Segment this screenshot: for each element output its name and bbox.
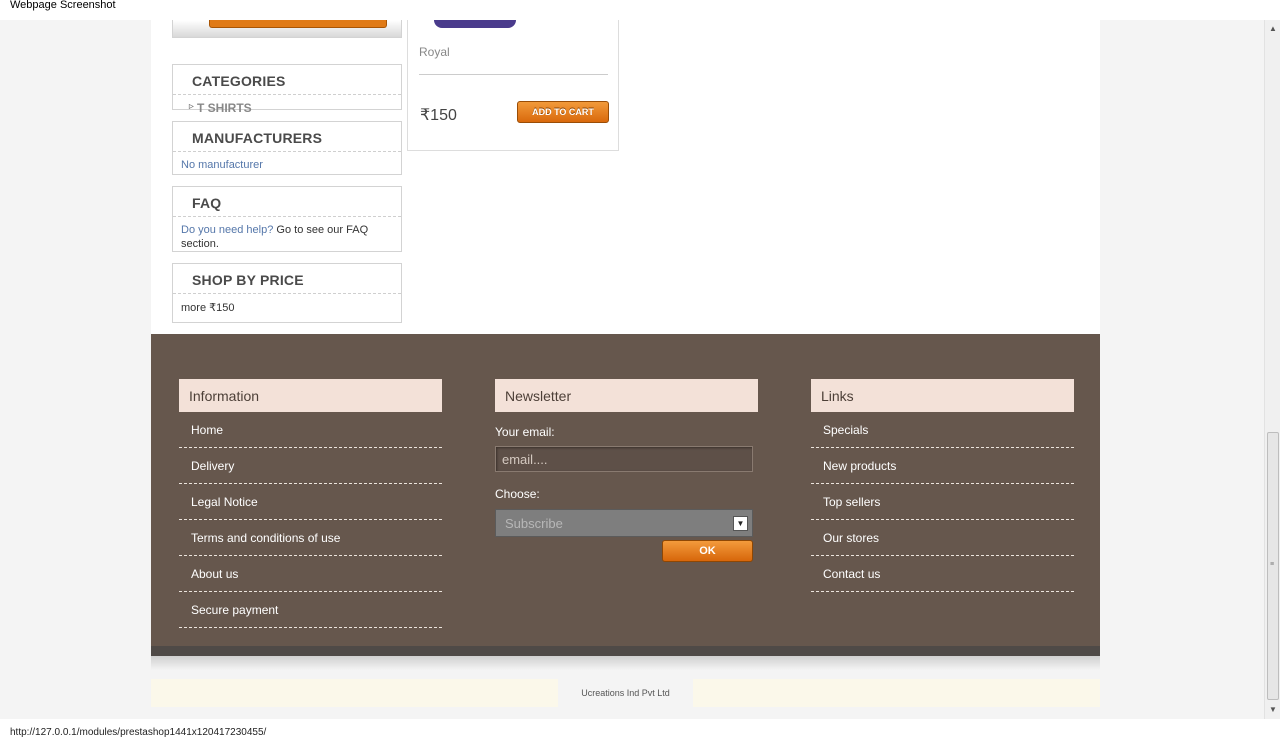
window-title-bar: Webpage Screenshot [0,0,1280,20]
footer-link-top-sellers[interactable]: Top sellers [811,484,1074,520]
scroll-up-icon[interactable]: ▲ [1268,24,1278,34]
product-separator [419,74,608,75]
newsletter-email-input[interactable]: email.... [495,446,753,472]
footer-links-column: Links Specials New products Top sellers … [811,379,1074,592]
manufacturers-block: MANUFACTURERS No manufacturer [172,121,402,175]
status-bar: http://127.0.0.1/modules/prestashop1441x… [0,719,1280,739]
chevron-down-icon[interactable]: ▼ [733,516,748,531]
footer-link-delivery[interactable]: Delivery [179,448,442,484]
product-image[interactable] [434,20,516,28]
newsletter-title: Newsletter [495,379,758,412]
footer-link-about-us[interactable]: About us [179,556,442,592]
previous-block-edge [172,20,402,38]
manufacturers-title: MANUFACTURERS [173,122,401,152]
faq-help-link[interactable]: Do you need help? [181,224,273,236]
footer-link-secure-payment[interactable]: Secure payment [179,592,442,628]
category-label: T SHIRTS [197,101,252,115]
footer-link-our-stores[interactable]: Our stores [811,520,1074,556]
footer-link-home[interactable]: Home [179,412,442,448]
no-manufacturer-text: No manufacturer [181,159,263,171]
choose-label: Choose: [495,487,540,501]
newsletter-ok-button[interactable]: OK [662,540,753,562]
faq-title: FAQ [173,187,401,217]
copyright-text: Ucreations Ind Pvt Ltd [581,688,670,698]
bottom-bar-right [693,679,1100,707]
bottom-bar-left [151,679,558,707]
vertical-scrollbar[interactable]: ▲ ≡ ▼ [1264,20,1280,719]
window-title: Webpage Screenshot [10,0,116,11]
footer-shadow [151,656,1100,670]
links-title: Links [811,379,1074,412]
shop-by-price-title: SHOP BY PRICE [173,264,401,294]
email-label: Your email: [495,425,555,439]
faq-block: FAQ Do you need help? Go to see our FAQ … [172,186,402,252]
information-title: Information [179,379,442,412]
categories-title: CATEGORIES [173,65,401,95]
categories-block: CATEGORIES ▷ T SHIRTS [172,64,402,115]
category-item-t-shirts[interactable]: ▷ T SHIRTS [173,95,401,115]
product-name[interactable]: Royal [419,45,450,59]
footer-newsletter-column: Newsletter Your email: email.... Choose:… [495,379,758,562]
price-range-link[interactable]: more ₹150 [181,302,234,314]
add-to-cart-button[interactable]: ADD TO CART [517,101,609,123]
status-url: http://127.0.0.1/modules/prestashop1441x… [10,727,267,738]
page-content: CATEGORIES ▷ T SHIRTS MANUFACTURERS No m… [151,20,1100,334]
product-card: Royal ₹150 ADD TO CART [407,20,619,151]
footer-link-specials[interactable]: Specials [811,412,1074,448]
shop-by-price-block: SHOP BY PRICE more ₹150 [172,263,402,323]
grip-icon: ≡ [1270,561,1275,568]
faq-body: Do you need help? Go to see our FAQ sect… [173,217,401,257]
bullet-icon: ▷ [189,104,194,110]
previous-block-button-edge[interactable] [209,20,387,28]
footer: Information Home Delivery Legal Notice T… [151,334,1100,656]
footer-information-column: Information Home Delivery Legal Notice T… [179,379,442,628]
scroll-down-icon[interactable]: ▼ [1268,705,1278,715]
newsletter-action-select[interactable]: Subscribe ▼ [495,509,753,537]
footer-link-new-products[interactable]: New products [811,448,1074,484]
footer-link-contact-us[interactable]: Contact us [811,556,1074,592]
footer-link-terms[interactable]: Terms and conditions of use [179,520,442,556]
footer-link-legal-notice[interactable]: Legal Notice [179,484,442,520]
scrollbar-thumb[interactable]: ≡ [1267,432,1279,700]
product-price: ₹150 [420,107,457,124]
footer-bottom-strip [151,646,1100,656]
selected-option: Subscribe [505,516,563,531]
